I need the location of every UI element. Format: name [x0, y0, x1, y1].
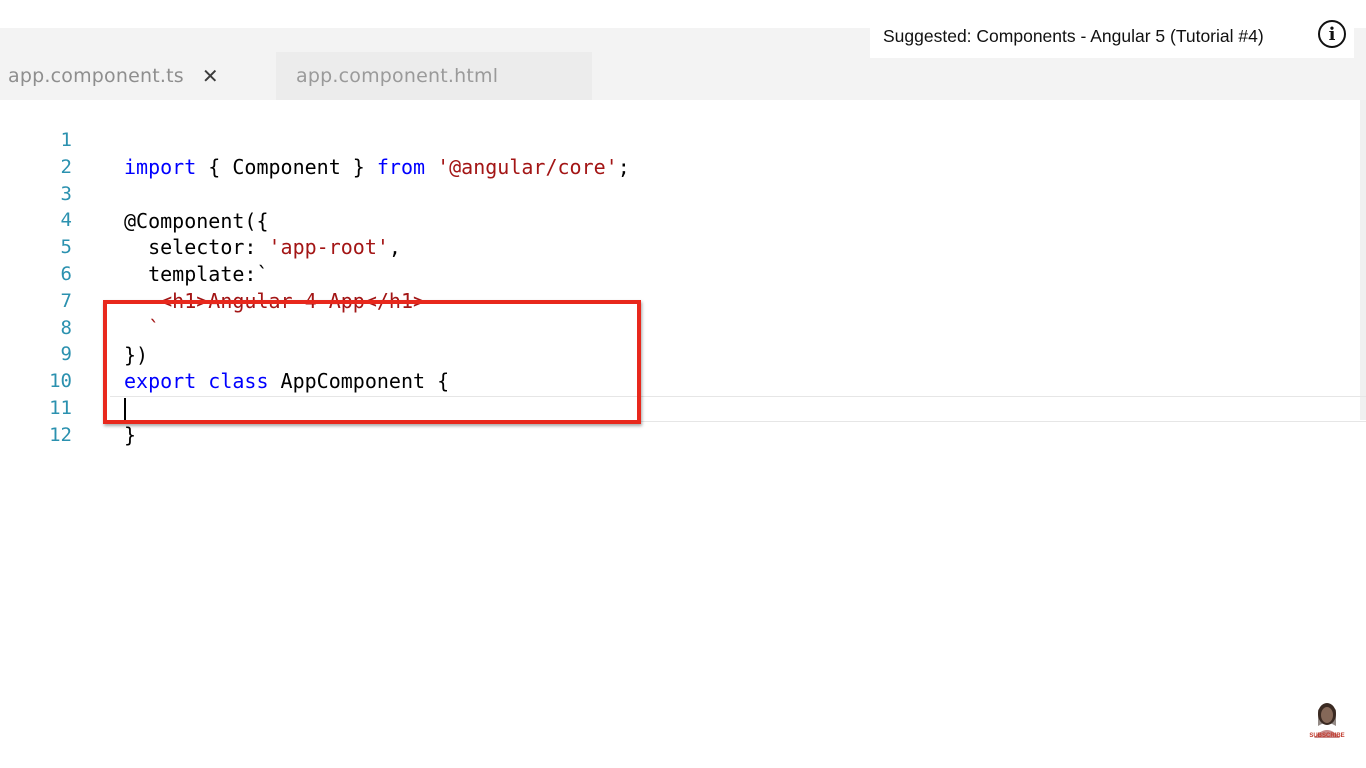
tab-app-component-ts[interactable]: app.component.ts ✕ — [0, 52, 272, 100]
code-line-1: 1 import { Component } from '@angular/co… — [0, 100, 1366, 179]
suggested-video-card[interactable]: Suggested: Components - Angular 5 (Tutor… — [870, 14, 1354, 58]
line-number: 12 — [49, 424, 72, 446]
close-icon[interactable]: ✕ — [202, 64, 219, 88]
subscribe-label[interactable]: SUBSCRIBE — [1306, 733, 1348, 739]
tab-label: app.component.html — [296, 65, 499, 87]
video-frame: app.component.ts ✕ app.component.html Su… — [0, 0, 1366, 768]
annotation-highlight-box — [103, 300, 641, 424]
tab-label: app.component.ts — [8, 65, 184, 87]
code-line-6: 6 <h1>Angular 4 App</h1> — [0, 234, 1366, 313]
code-text: } — [124, 423, 137, 447]
info-icon[interactable]: i — [1318, 20, 1346, 48]
code-line-2: 2 — [0, 127, 1366, 178]
code-line-7: 7 ` — [0, 261, 1366, 340]
code-line-4: 4 selector: 'app-root', — [0, 180, 1366, 259]
code-line-5: 5 template:` — [0, 207, 1366, 286]
code-line-3: 3 @Component({ — [0, 154, 1366, 233]
suggested-video-title[interactable]: Suggested: Components - Angular 5 (Tutor… — [883, 26, 1264, 47]
tab-app-component-html[interactable]: app.component.html — [276, 52, 592, 100]
